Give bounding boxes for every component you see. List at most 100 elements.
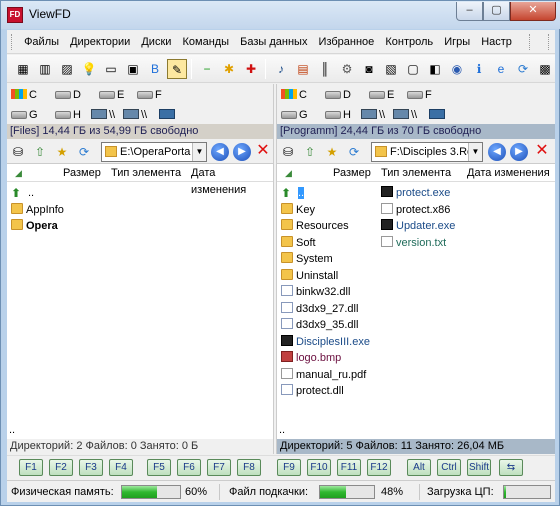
sort-icon[interactable]: ◢ xyxy=(285,165,292,182)
refresh-icon[interactable]: ⟳ xyxy=(345,143,363,161)
folder-row[interactable]: Key xyxy=(281,202,315,218)
chip-icon[interactable]: ▩ xyxy=(535,59,555,79)
fkey-f3[interactable]: F3 xyxy=(79,459,103,476)
card-icon[interactable]: ▭ xyxy=(101,59,121,79)
bulb-icon[interactable]: 💡 xyxy=(79,59,99,79)
col-date[interactable]: Дата изменения xyxy=(467,165,550,182)
menu-control[interactable]: Контроль xyxy=(381,30,437,53)
file-row[interactable]: Updater.exe xyxy=(381,218,455,234)
back-icon[interactable]: ◀ xyxy=(488,143,506,161)
star-icon[interactable]: ✱ xyxy=(219,59,239,79)
gear-icon[interactable]: ⚙ xyxy=(337,59,357,79)
screen-icon[interactable]: ▣ xyxy=(123,59,143,79)
forward-icon[interactable]: ▶ xyxy=(233,143,251,161)
drive-g[interactable]: G xyxy=(11,106,38,124)
col-size[interactable]: Размер xyxy=(63,165,101,182)
refresh-icon[interactable]: ⟳ xyxy=(513,59,533,79)
folder-row[interactable]: Uninstall xyxy=(281,268,338,284)
file-row[interactable]: d3dx9_27.dll xyxy=(281,301,358,317)
menu-directories[interactable]: Директории xyxy=(66,30,134,53)
close-panel-icon[interactable]: ✕ xyxy=(533,142,551,160)
menu-settings[interactable]: Настр xyxy=(477,30,516,53)
file-row[interactable]: d3dx9_35.dll xyxy=(281,317,358,333)
folder-row[interactable]: Soft xyxy=(281,235,316,251)
media-icon[interactable]: ◉ xyxy=(447,59,467,79)
drive-e[interactable]: E xyxy=(99,86,124,104)
drive-network[interactable]: \\ xyxy=(361,106,385,124)
drive-network[interactable]: \\ xyxy=(123,106,147,124)
fkey-f2[interactable]: F2 xyxy=(49,459,73,476)
plus-icon[interactable]: ✚ xyxy=(241,59,261,79)
folder-row[interactable]: System xyxy=(281,251,333,267)
folder-row[interactable]: Resources xyxy=(281,218,349,234)
fkey-f6[interactable]: F6 xyxy=(177,459,201,476)
pen-icon[interactable]: ✎ xyxy=(167,59,187,79)
up-folder-icon[interactable]: ⇧ xyxy=(301,143,319,161)
chevron-down-icon[interactable]: ▼ xyxy=(192,143,206,161)
drive-network[interactable]: \\ xyxy=(393,106,417,124)
fkey-f8[interactable]: F8 xyxy=(237,459,261,476)
menu-favorites[interactable]: Избранное xyxy=(315,30,379,53)
drive-d[interactable]: D xyxy=(55,86,81,104)
fkey-alt[interactable]: Alt xyxy=(407,459,431,476)
panels-icon[interactable]: ▦ xyxy=(13,59,33,79)
image-icon[interactable]: ▨ xyxy=(57,59,77,79)
monitor-icon[interactable]: ▢ xyxy=(403,59,423,79)
fkey-f4[interactable]: F4 xyxy=(109,459,133,476)
minus-icon[interactable]: − xyxy=(197,59,217,79)
chevron-down-icon[interactable]: ▼ xyxy=(468,143,482,161)
file-row[interactable]: protect.x86 xyxy=(381,202,450,218)
fkey-f9[interactable]: F9 xyxy=(277,459,301,476)
col-type[interactable]: Тип элемента xyxy=(381,165,451,182)
drive-h[interactable]: H xyxy=(55,106,81,124)
film-icon[interactable]: ▤ xyxy=(293,59,313,79)
drive-f[interactable]: F xyxy=(407,86,432,104)
file-row[interactable]: protect.exe xyxy=(381,185,450,201)
drives-icon[interactable]: ⛁ xyxy=(279,143,297,161)
fkey-f12[interactable]: F12 xyxy=(367,459,391,476)
up-folder-icon[interactable]: ⇧ xyxy=(31,143,49,161)
path-combo[interactable]: E:\OperaPorta ▼ xyxy=(101,142,207,162)
info-icon[interactable]: ℹ xyxy=(469,59,489,79)
parent-dir-row[interactable]: ⬆.. xyxy=(11,185,34,201)
menu-databases[interactable]: Базы данных xyxy=(236,30,311,53)
folder-row[interactable]: Opera xyxy=(11,218,58,234)
drive-desktop[interactable] xyxy=(429,106,447,124)
music-icon[interactable]: ♪ xyxy=(271,59,291,79)
file-row[interactable]: protect.dll xyxy=(281,383,344,399)
sort-icon[interactable]: ◢ xyxy=(15,165,22,182)
ie-icon[interactable]: e xyxy=(491,59,511,79)
minimize-button[interactable]: – xyxy=(456,2,483,21)
camera-icon[interactable]: ◙ xyxy=(359,59,379,79)
drive-c[interactable]: C xyxy=(281,86,307,104)
drive-d[interactable]: D xyxy=(325,86,351,104)
columns-icon[interactable]: ▥ xyxy=(35,59,55,79)
favorites-star-icon[interactable]: ★ xyxy=(53,143,71,161)
favorites-star-icon[interactable]: ★ xyxy=(323,143,341,161)
fkey-f11[interactable]: F11 xyxy=(337,459,361,476)
drive-g[interactable]: G xyxy=(281,106,308,124)
fkey-ctrl[interactable]: Ctrl xyxy=(437,459,461,476)
folder-row[interactable]: AppInfo xyxy=(11,202,64,218)
close-panel-icon[interactable]: ✕ xyxy=(254,142,272,160)
menu-grip[interactable] xyxy=(11,34,14,50)
forward-icon[interactable]: ▶ xyxy=(510,143,528,161)
menu-games[interactable]: Игры xyxy=(440,30,474,53)
fkey-f10[interactable]: F10 xyxy=(307,459,331,476)
drive-desktop[interactable] xyxy=(159,106,177,124)
col-type[interactable]: Тип элемента xyxy=(111,165,181,182)
drive-f[interactable]: F xyxy=(137,86,162,104)
menu-disks[interactable]: Диски xyxy=(137,30,175,53)
menu-commands[interactable]: Команды xyxy=(178,30,233,53)
back-icon[interactable]: ◀ xyxy=(211,143,229,161)
fkey-f5[interactable]: F5 xyxy=(147,459,171,476)
refresh-icon[interactable]: ⟳ xyxy=(75,143,93,161)
file-row[interactable]: binkw32.dll xyxy=(281,284,350,300)
file-row[interactable]: manual_ru.pdf xyxy=(281,367,366,383)
parent-dir-row[interactable]: ⬆.. xyxy=(281,185,305,201)
file-row[interactable]: logo.bmp xyxy=(281,350,341,366)
drives-icon[interactable]: ⛁ xyxy=(9,143,27,161)
drive-e[interactable]: E xyxy=(369,86,394,104)
fkey-swap[interactable]: ⇆ xyxy=(499,459,523,476)
fkey-shift[interactable]: Shift xyxy=(467,459,491,476)
